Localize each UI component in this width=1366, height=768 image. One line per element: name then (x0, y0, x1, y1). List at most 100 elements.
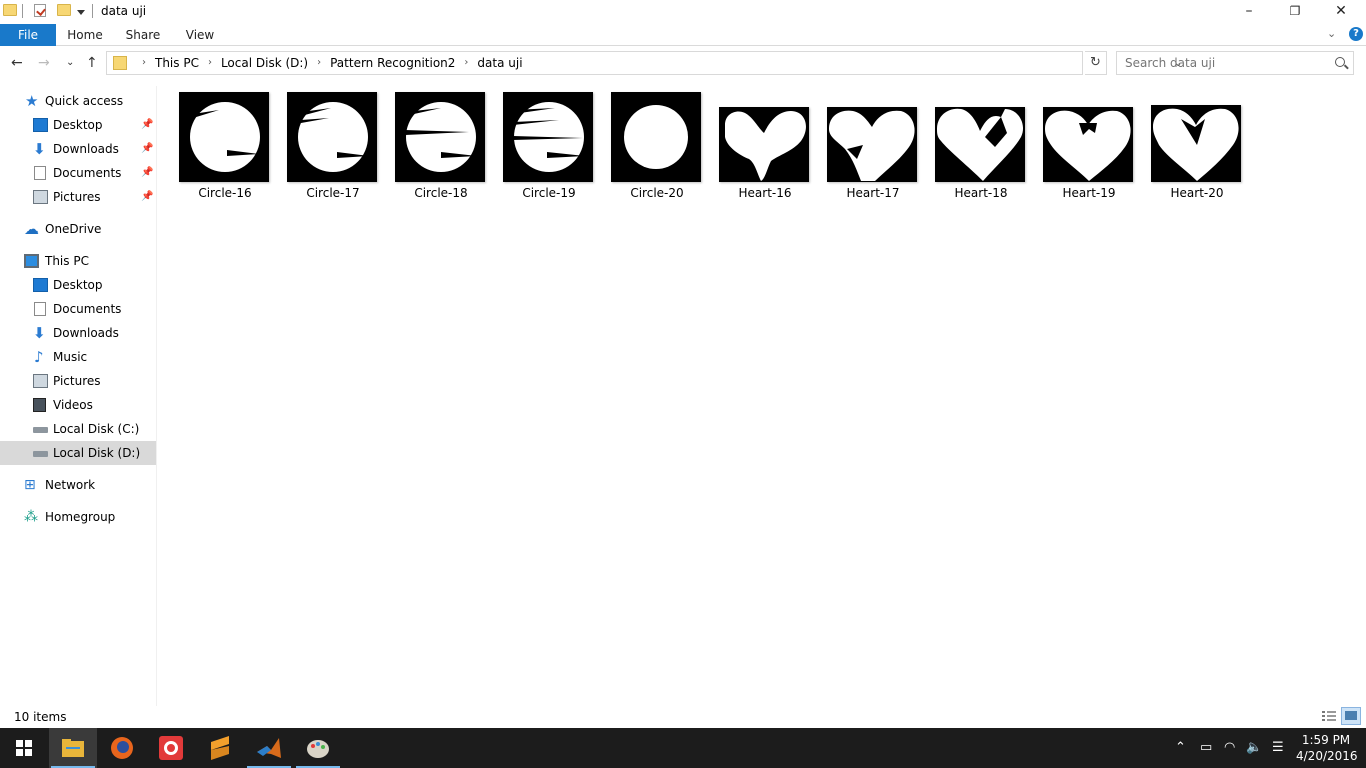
homegroup-icon: ⁂ (24, 509, 38, 525)
forward-button[interactable]: → (38, 55, 50, 71)
tab-file[interactable]: File (0, 24, 56, 46)
back-button[interactable]: ← (11, 55, 23, 71)
nav-network[interactable]: ⊞ Network (0, 473, 156, 497)
taskbar-paint[interactable] (294, 728, 342, 768)
nav-local-disk-d[interactable]: Local Disk (D:) (0, 441, 156, 465)
customize-toolbar-icon[interactable] (77, 10, 85, 15)
nav-quick-desktop[interactable]: Desktop 📌 (0, 113, 156, 137)
breadcrumb-this-pc[interactable]: This PC (155, 52, 199, 74)
close-button[interactable]: ✕ (1318, 0, 1364, 22)
taskbar-sublime[interactable] (196, 728, 244, 768)
nav-quick-downloads[interactable]: ⬇ Downloads 📌 (0, 137, 156, 161)
pin-icon[interactable]: 📌 (141, 185, 153, 209)
help-icon[interactable]: ? (1349, 27, 1363, 41)
file-item-circle-17[interactable]: Circle-17 (266, 86, 377, 202)
clock[interactable]: 1:59 PM 4/20/2016 (1296, 732, 1358, 764)
matlab-icon (257, 738, 281, 758)
properties-icon[interactable] (34, 4, 46, 17)
search-input[interactable] (1125, 55, 1325, 71)
nav-label: This PC (45, 254, 89, 268)
breadcrumb-pattern-recognition2[interactable]: Pattern Recognition2 (330, 52, 455, 74)
search-icon[interactable] (1335, 57, 1345, 67)
address-bar[interactable]: › This PC › Local Disk (D:) › Pattern Re… (106, 51, 1182, 75)
thumbnail-heart-16 (719, 107, 809, 182)
breadcrumb-local-disk-d[interactable]: Local Disk (D:) (221, 52, 308, 74)
nav-pc-documents[interactable]: Documents (0, 297, 156, 321)
file-item-heart-20[interactable]: Heart-20 (1130, 86, 1241, 202)
chevron-right-icon[interactable]: › (464, 52, 468, 74)
folder-icon (113, 56, 127, 70)
new-folder-icon[interactable] (57, 4, 71, 16)
show-hidden-icons-icon[interactable]: ⌃ (1175, 740, 1186, 755)
start-button[interactable] (0, 728, 48, 768)
nav-quick-documents[interactable]: Documents 📌 (0, 161, 156, 185)
chevron-right-icon[interactable]: › (208, 52, 212, 74)
tab-home[interactable]: Home (62, 24, 108, 46)
breadcrumb-data-uji[interactable]: data uji (477, 52, 522, 74)
qa-separator-2 (92, 4, 93, 18)
file-item-circle-18[interactable]: Circle-18 (374, 86, 485, 202)
nav-pc-music[interactable]: ♪ Music (0, 345, 156, 369)
wifi-icon[interactable]: ◠ (1224, 740, 1235, 755)
taskbar-matlab[interactable] (245, 728, 293, 768)
nav-pc-pictures[interactable]: Pictures (0, 369, 156, 393)
tab-view[interactable]: View (178, 24, 222, 46)
tab-share[interactable]: Share (120, 24, 166, 46)
pin-icon[interactable]: 📌 (141, 113, 153, 137)
file-item-heart-17[interactable]: Heart-17 (806, 86, 917, 202)
drive-icon (33, 451, 48, 457)
details-view-icon[interactable] (1321, 709, 1337, 723)
cloud-icon: ☁ (24, 220, 39, 238)
desktop-icon (33, 278, 48, 292)
thumbnail-heart-20 (1151, 105, 1241, 182)
file-item-circle-19[interactable]: Circle-19 (482, 86, 593, 202)
nav-homegroup[interactable]: ⁂ Homegroup (0, 505, 156, 529)
nav-label: Desktop (53, 278, 103, 292)
star-icon: ★ (25, 92, 39, 110)
desktop-icon (33, 118, 48, 132)
file-item-heart-16[interactable]: Heart-16 (698, 86, 809, 202)
chevron-right-icon[interactable]: › (317, 52, 321, 74)
file-item-circle-20[interactable]: Circle-20 (590, 86, 701, 202)
nav-label: Quick access (45, 94, 124, 108)
taskbar-firefox[interactable] (98, 728, 146, 768)
nav-pc-downloads[interactable]: ⬇ Downloads (0, 321, 156, 345)
nav-pc-desktop[interactable]: Desktop (0, 273, 156, 297)
pin-icon[interactable]: 📌 (141, 161, 153, 185)
recent-locations-icon[interactable]: ⌄ (66, 57, 74, 68)
up-button[interactable]: ↑ (86, 55, 98, 71)
nav-this-pc[interactable]: This PC (0, 249, 156, 273)
action-center-icon[interactable]: ☰ (1272, 740, 1284, 755)
music-icon: ♪ (34, 348, 44, 366)
chevron-right-icon[interactable]: › (142, 52, 146, 74)
restore-button[interactable]: ❐ (1272, 0, 1318, 22)
network-icon: ⊞ (24, 477, 36, 493)
documents-icon (34, 302, 46, 316)
battery-icon[interactable]: ▭ (1200, 740, 1212, 755)
nav-pc-videos[interactable]: Videos (0, 393, 156, 417)
thumbnail-circle-17 (287, 92, 377, 182)
qa-separator (22, 4, 23, 18)
large-icons-view-icon[interactable] (1341, 707, 1361, 725)
nav-local-disk-c[interactable]: Local Disk (C:) (0, 417, 156, 441)
windows-icon (16, 740, 32, 756)
nav-label: Documents (53, 302, 122, 316)
volume-icon[interactable]: 🔈 (1246, 740, 1262, 755)
nav-quick-access[interactable]: ★ Quick access (0, 89, 156, 113)
file-item-circle-16[interactable]: Circle-16 (158, 86, 269, 202)
nav-onedrive[interactable]: ☁ OneDrive (0, 217, 156, 241)
file-item-heart-19[interactable]: Heart-19 (1022, 86, 1133, 202)
pin-icon[interactable]: 📌 (141, 137, 153, 161)
nav-label: Pictures (53, 374, 101, 388)
minimize-button[interactable]: – (1226, 0, 1272, 22)
refresh-button[interactable]: ↻ (1085, 51, 1107, 75)
taskbar-file-explorer[interactable] (49, 728, 97, 768)
search-box[interactable] (1116, 51, 1354, 75)
nav-label: Documents (53, 166, 122, 180)
taskbar-screen-recorder[interactable] (147, 728, 195, 768)
ribbon-expand-icon[interactable]: ⌄ (1327, 27, 1336, 40)
file-item-heart-18[interactable]: Heart-18 (914, 86, 1025, 202)
nav-label: Downloads (53, 326, 119, 340)
thumbnail-circle-20 (611, 92, 701, 182)
nav-quick-pictures[interactable]: Pictures 📌 (0, 185, 156, 209)
